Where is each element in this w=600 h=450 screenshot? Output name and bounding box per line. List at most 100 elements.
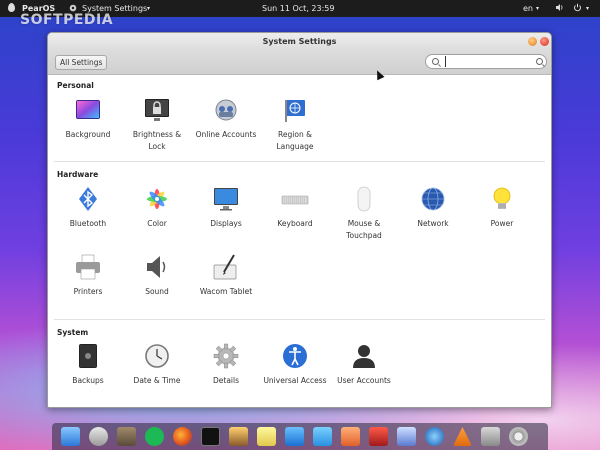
settings-item-printers[interactable]: Printers (55, 253, 121, 298)
preview-icon[interactable] (397, 427, 416, 446)
settings-item-label: Printers (73, 287, 103, 296)
settings-item-label: Mouse & Touchpad (346, 219, 382, 240)
search-input[interactable] (445, 56, 530, 67)
terminal-icon[interactable] (201, 427, 220, 446)
settings-item-label: Details (212, 376, 239, 385)
settings-item-wacom-tablet[interactable]: Wacom Tablet (193, 253, 259, 298)
power-menu-icon[interactable] (573, 0, 582, 17)
search-icon (432, 58, 439, 65)
impress-icon[interactable] (341, 427, 360, 446)
user-icon (350, 342, 378, 370)
settings-item-user-accounts[interactable]: User Accounts (331, 342, 397, 387)
section-title-hardware: Hardware (57, 170, 99, 179)
word-icon[interactable] (285, 427, 304, 446)
volume-icon[interactable] (555, 0, 564, 17)
settings-item-mouse-touchpad[interactable]: Mouse & Touchpad (331, 185, 397, 242)
backups-icon (74, 342, 102, 370)
settings-item-backups[interactable]: Backups (55, 342, 121, 387)
settings-item-label: Background (65, 130, 111, 139)
settings-item-label: User Accounts (337, 376, 391, 385)
settings-item-label: Bluetooth (69, 219, 107, 228)
mouse-icon (350, 185, 378, 213)
launchpad-icon[interactable] (89, 427, 108, 446)
spotify-icon[interactable] (145, 427, 164, 446)
online-accounts-icon (212, 96, 240, 124)
displays-icon (212, 185, 240, 213)
section-title-personal: Personal (57, 81, 94, 90)
section-divider (54, 161, 545, 162)
settings-item-label: Sound (145, 287, 169, 296)
settings-item-brightness-lock[interactable]: Brightness & Lock (124, 96, 190, 153)
close-button[interactable] (540, 37, 549, 46)
section-divider (54, 319, 545, 320)
photos-icon[interactable] (229, 427, 248, 446)
settings-item-label: Network (417, 219, 449, 228)
chevron-down-icon: ▾ (536, 5, 540, 12)
system-settings-window: System Settings All Settings Personal Ba… (47, 32, 552, 408)
accessibility-icon (281, 342, 309, 370)
settings-item-region-language[interactable]: Region & Language (262, 96, 328, 153)
settings-item-details[interactable]: Details (193, 342, 259, 387)
settings-item-sound[interactable]: Sound (124, 253, 190, 298)
settings-item-color[interactable]: Color (124, 185, 190, 230)
quicktime-icon[interactable] (425, 427, 444, 446)
settings-icon[interactable] (509, 427, 528, 446)
settings-item-keyboard[interactable]: Keyboard (262, 185, 328, 230)
settings-item-date-time[interactable]: Date & Time (124, 342, 190, 387)
writer-icon[interactable] (313, 427, 332, 446)
all-settings-button[interactable]: All Settings (55, 55, 108, 70)
notes-icon[interactable] (257, 427, 276, 446)
region-language-icon (281, 96, 309, 124)
settings-item-background[interactable]: Background (55, 96, 121, 141)
keyboard-icon (281, 185, 309, 213)
settings-item-power[interactable]: Power (469, 185, 535, 230)
settings-item-label: Region & Language (276, 130, 314, 151)
settings-item-label: Brightness & Lock (132, 130, 182, 151)
firefox-icon[interactable] (173, 427, 192, 446)
color-icon (143, 185, 171, 213)
settings-item-label: Backups (72, 376, 104, 385)
toolbar: All Settings (48, 51, 551, 75)
settings-item-label: Universal Access (263, 376, 327, 385)
network-icon (419, 185, 447, 213)
vlc-icon[interactable] (453, 427, 472, 446)
settings-item-online-accounts[interactable]: Online Accounts (193, 96, 259, 141)
contacts-icon[interactable] (117, 427, 136, 446)
softpedia-watermark: SOFTPEDIA (20, 12, 114, 28)
clock-icon (143, 342, 171, 370)
wacom-tablet-icon (212, 253, 240, 281)
finder-icon[interactable] (61, 427, 80, 446)
language-indicator[interactable]: en (523, 0, 533, 17)
settings-item-label: Online Accounts (195, 130, 257, 139)
settings-item-label: Power (490, 219, 514, 228)
window-title: System Settings (262, 37, 337, 46)
settings-item-label: Wacom Tablet (199, 287, 253, 296)
search-icon (536, 58, 543, 65)
power-icon (488, 185, 516, 213)
settings-item-label: Displays (210, 219, 242, 228)
gear-icon (212, 342, 240, 370)
settings-item-network[interactable]: Network (400, 185, 466, 230)
settings-item-label: Keyboard (277, 219, 313, 228)
chevron-down-icon: ▾ (586, 5, 590, 12)
settings-item-displays[interactable]: Displays (193, 185, 259, 230)
sound-icon (143, 253, 171, 281)
dock (52, 423, 548, 450)
settings-item-label: Color (147, 219, 167, 228)
bluetooth-icon (74, 185, 102, 213)
background-icon (74, 96, 102, 124)
search-field[interactable] (425, 54, 547, 69)
settings-item-label: Date & Time (133, 376, 181, 385)
brightness-lock-icon (143, 96, 171, 124)
minimize-button[interactable] (528, 37, 537, 46)
red-app-icon[interactable] (369, 427, 388, 446)
printer-icon (74, 253, 102, 281)
chevron-down-icon: ▾ (147, 5, 151, 12)
section-title-system: System (57, 328, 89, 337)
window-titlebar[interactable]: System Settings (48, 33, 551, 51)
utilities-icon[interactable] (481, 427, 500, 446)
settings-item-bluetooth[interactable]: Bluetooth (55, 185, 121, 230)
pear-logo-icon[interactable] (8, 0, 15, 17)
clock[interactable]: Sun 11 Oct, 23:59 (262, 0, 334, 17)
settings-item-universal-access[interactable]: Universal Access (262, 342, 328, 387)
